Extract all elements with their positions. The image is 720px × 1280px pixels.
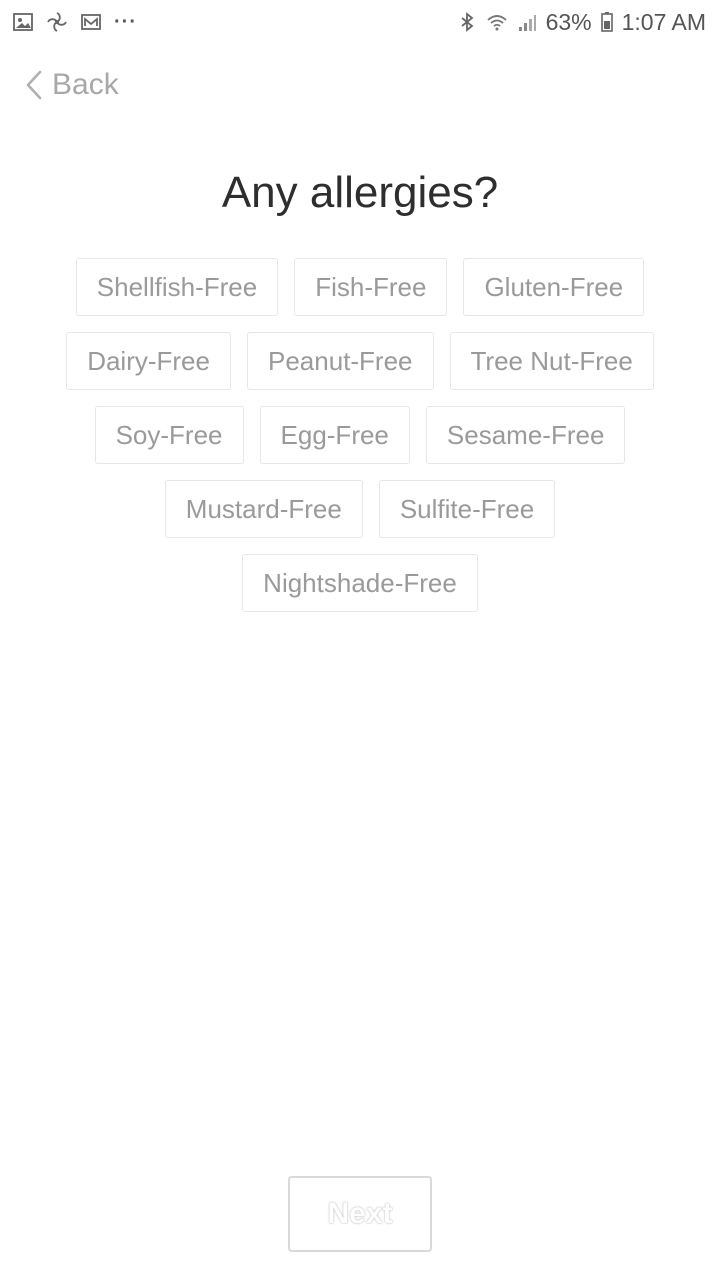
pinwheel-icon [46,11,68,33]
chip-row: Soy-Free Egg-Free Sesame-Free [94,406,626,464]
chip-row: Nightshade-Free [242,554,478,612]
status-right: 63% 1:07 AM [456,9,706,36]
chip-dairy-free[interactable]: Dairy-Free [66,332,231,390]
chip-tree-nut-free[interactable]: Tree Nut-Free [449,332,654,390]
status-bar: ··· 63% 1:07 AM [0,0,720,44]
chip-nightshade-free[interactable]: Nightshade-Free [242,554,478,612]
bluetooth-icon [456,11,478,33]
wifi-icon [486,11,508,33]
allergy-options: Shellfish-Free Fish-Free Gluten-Free Dai… [0,258,720,612]
status-left: ··· [12,11,137,34]
back-label: Back [52,68,119,101]
chip-peanut-free[interactable]: Peanut-Free [246,332,434,390]
mail-icon [80,11,102,33]
chip-shellfish-free[interactable]: Shellfish-Free [75,258,279,316]
chip-fish-free[interactable]: Fish-Free [294,258,448,316]
signal-icon [516,11,538,33]
more-notifications-icon: ··· [114,10,137,33]
chip-row: Mustard-Free Sulfite-Free [164,480,556,538]
chip-soy-free[interactable]: Soy-Free [94,406,244,464]
chip-gluten-free[interactable]: Gluten-Free [463,258,645,316]
chip-row: Shellfish-Free Fish-Free Gluten-Free [75,258,645,316]
next-button[interactable]: Next [288,1176,432,1252]
chip-sulfite-free[interactable]: Sulfite-Free [378,480,556,538]
battery-percentage: 63% [545,8,592,35]
chip-mustard-free[interactable]: Mustard-Free [164,480,363,538]
battery-icon [600,11,614,33]
chip-row: Dairy-Free Peanut-Free Tree Nut-Free [66,332,654,390]
gallery-icon [12,11,34,33]
page-title: Any allergies? [221,168,499,217]
chevron-left-icon [22,68,46,102]
clock: 1:07 AM [621,8,706,35]
chip-sesame-free[interactable]: Sesame-Free [425,406,626,464]
chip-egg-free[interactable]: Egg-Free [259,406,410,464]
back-button[interactable]: Back [22,68,119,102]
